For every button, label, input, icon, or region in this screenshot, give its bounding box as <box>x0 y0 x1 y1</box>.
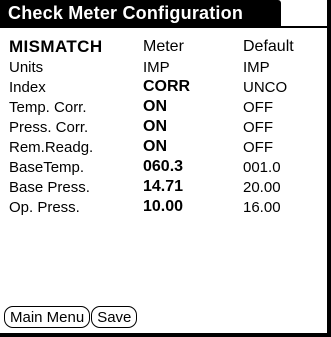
title-bar: Check Meter Configuration <box>0 0 281 28</box>
button-bar: Main Menu Save <box>4 306 138 328</box>
row-label: BaseTemp. <box>9 158 85 176</box>
table-header-row: MISMATCH Meter Default <box>9 36 325 57</box>
table-row: BaseTemp. 060.3 001.0 <box>9 157 325 177</box>
meter-value: ON <box>143 98 167 115</box>
row-label: Temp. Corr. <box>9 98 87 116</box>
meter-value: 060.3 <box>143 158 184 175</box>
meter-value: IMP <box>143 58 170 76</box>
table-row: Op. Press. 10.00 16.00 <box>9 197 325 217</box>
default-value: 16.00 <box>243 198 281 216</box>
meter-value: ON <box>143 118 167 135</box>
default-value: OFF <box>243 138 273 156</box>
default-value: OFF <box>243 98 273 116</box>
row-label: Op. Press. <box>9 198 80 216</box>
row-label: Index <box>9 78 46 96</box>
config-table: MISMATCH Meter Default Units IMP IMP Ind… <box>9 36 325 217</box>
meter-value: ON <box>143 138 167 155</box>
window-title: Check Meter Configuration <box>8 3 244 23</box>
default-value: 001.0 <box>243 158 281 176</box>
table-row: Temp. Corr. ON OFF <box>9 97 325 117</box>
title-underline <box>0 26 327 28</box>
meter-value: 10.00 <box>143 198 184 215</box>
default-value: 20.00 <box>243 178 281 196</box>
meter-value: CORR <box>143 78 191 95</box>
row-label: Rem.Readg. <box>9 138 94 156</box>
row-label: Units <box>9 58 44 76</box>
app-frame: Check Meter Configuration MISMATCH Meter… <box>0 0 331 337</box>
table-row: Press. Corr. ON OFF <box>9 117 325 137</box>
default-column-heading: Default <box>243 37 294 55</box>
default-value: IMP <box>243 58 270 76</box>
table-row: Index CORR UNCO <box>9 77 325 97</box>
table-row: Rem.Readg. ON OFF <box>9 137 325 157</box>
table-row: Base Press. 14.71 20.00 <box>9 177 325 197</box>
main-menu-button[interactable]: Main Menu <box>4 306 91 328</box>
meter-value: 14.71 <box>143 178 184 195</box>
row-label: Press. Corr. <box>9 118 89 136</box>
table-row: Units IMP IMP <box>9 57 325 77</box>
row-label: Base Press. <box>9 178 90 196</box>
default-value: UNCO <box>243 78 288 96</box>
mismatch-heading: MISMATCH <box>9 36 103 56</box>
default-value: OFF <box>243 118 273 136</box>
save-button[interactable]: Save <box>91 306 138 328</box>
meter-column-heading: Meter <box>143 37 184 55</box>
